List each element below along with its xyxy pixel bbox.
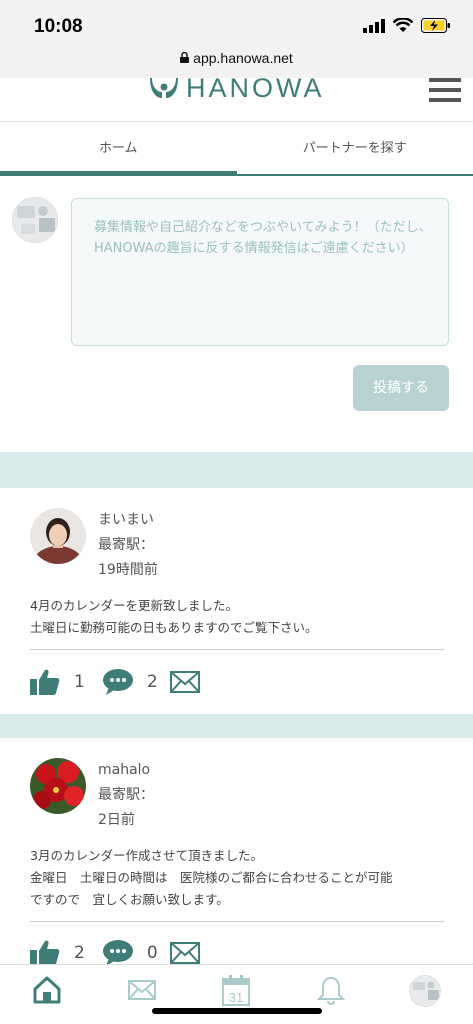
hamburger-line — [429, 98, 461, 102]
post-input[interactable]: 募集情報や自己紹介などをつぶやいてみよう！（ただし、HANOWAの趣旨に反する情… — [71, 198, 449, 346]
comment-icon[interactable] — [102, 669, 133, 695]
app-header: HANOWA — [0, 73, 473, 122]
nav-profile[interactable] — [409, 975, 441, 1007]
like-icon[interactable] — [30, 939, 60, 967]
post-separator — [30, 649, 444, 650]
section-divider — [0, 714, 473, 738]
calendar-day: 31 — [229, 990, 243, 1005]
post-time: 2日前 — [98, 812, 135, 828]
status-time: 10:08 — [34, 16, 83, 37]
home-indicator — [152, 1008, 322, 1014]
submit-post-button[interactable]: 投稿する — [353, 365, 449, 411]
section-divider — [0, 452, 473, 488]
post-body-line: 土曜日に勤務可能の日もありますのでご覧下さい。 — [30, 620, 318, 635]
mail-icon — [128, 980, 156, 1000]
post-body: 4月のカレンダーを更新致しました。 土曜日に勤務可能の日もありますのでご覧下さい… — [30, 595, 450, 639]
hanowa-logo[interactable]: HANOWA — [150, 73, 325, 103]
wifi-icon — [393, 18, 413, 32]
url-text: app.hanowa.net — [193, 50, 293, 66]
calendar-icon: 31 — [222, 975, 250, 1006]
tab-find-partner[interactable]: パートナーを探す — [237, 122, 473, 174]
post-meta: まいまい 最寄駅： 19時間前 — [98, 508, 158, 583]
post-body: 3月のカレンダー作成させて頂きました。 金曜日 土曜日の時間は 医院様のご都合に… — [30, 845, 450, 911]
message-icon[interactable] — [169, 671, 200, 693]
menu-button[interactable] — [429, 78, 463, 102]
lock-icon — [180, 50, 190, 66]
battery-icon — [421, 18, 450, 33]
hamburger-line — [429, 88, 461, 92]
post-time: 19時間前 — [98, 562, 158, 578]
post-station: 最寄駅： — [98, 537, 154, 553]
post-separator — [30, 921, 444, 922]
signal-icon — [363, 18, 385, 33]
logo-text: HANOWA — [186, 73, 325, 103]
post-station: 最寄駅： — [98, 787, 154, 803]
post-author-avatar[interactable] — [30, 508, 86, 564]
post-body-line: 3月のカレンダー作成させて頂きました。 — [30, 848, 263, 863]
message-icon[interactable] — [169, 942, 200, 964]
bottom-nav: 31 — [0, 964, 473, 1024]
status-icons — [363, 18, 451, 33]
comment-count: 0 — [146, 943, 158, 963]
like-icon[interactable] — [30, 668, 60, 696]
feed-post: まいまい 最寄駅： 19時間前 4月のカレンダーを更新致しました。 土曜日に勤務… — [0, 488, 473, 714]
nav-calendar[interactable]: 31 — [221, 975, 253, 1007]
nav-home[interactable] — [32, 975, 64, 1007]
main-tabs: ホーム パートナーを探す — [0, 122, 473, 176]
nav-notifications[interactable] — [316, 975, 348, 1007]
feed-post: mahalo 最寄駅： 2日前 3月のカレンダー作成させて頂きました。 金曜日 … — [0, 738, 473, 967]
nav-messages[interactable] — [127, 975, 159, 1007]
post-author-avatar[interactable] — [30, 758, 86, 814]
status-bar: 10:08 app.hanowa.net — [0, 0, 473, 78]
post-actions: 1 2 — [30, 668, 200, 696]
like-count: 2 — [74, 943, 85, 963]
post-body-line: 4月のカレンダーを更新致しました。 — [30, 598, 238, 613]
url-bar[interactable]: app.hanowa.net — [0, 50, 473, 66]
post-body-line: ですので 宜しくお願い致します。 — [30, 892, 229, 907]
comment-icon[interactable] — [102, 940, 133, 966]
profile-avatar — [410, 976, 440, 1006]
bell-icon — [316, 976, 346, 1005]
home-icon — [33, 976, 61, 1004]
post-author-name[interactable]: まいまい — [98, 508, 158, 533]
hamburger-line — [429, 78, 461, 82]
post-body-line: 金曜日 土曜日の時間は 医院様のご都合に合わせることが可能 — [30, 870, 393, 885]
post-meta: mahalo 最寄駅： 2日前 — [98, 758, 154, 833]
post-actions: 2 0 — [30, 939, 200, 967]
logo-mark-icon — [150, 78, 178, 98]
comment-count: 2 — [146, 672, 158, 692]
post-author-name[interactable]: mahalo — [98, 758, 154, 783]
user-avatar[interactable] — [12, 197, 58, 243]
tab-home[interactable]: ホーム — [0, 122, 237, 176]
like-count: 1 — [74, 672, 85, 692]
